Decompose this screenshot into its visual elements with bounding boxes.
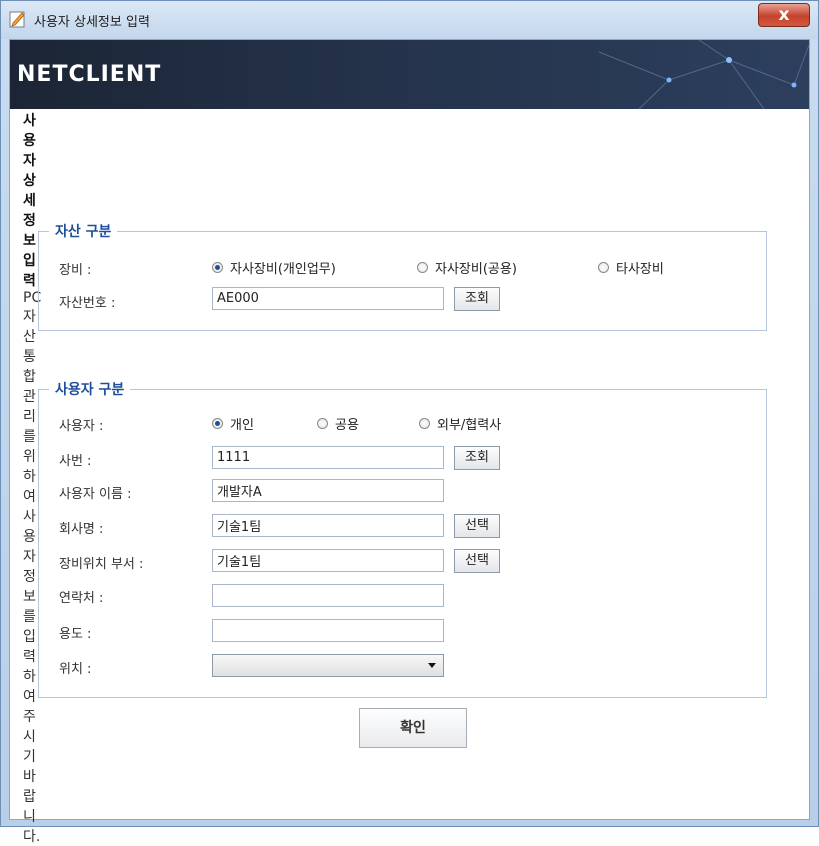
- brand-banner: NETCLIENT: [10, 40, 809, 109]
- title-bar[interactable]: 사용자 상세정보 입력 x: [1, 1, 818, 39]
- netclient-logo: NETCLIENT: [17, 62, 162, 87]
- asset-no-label: 자산번호 :: [59, 296, 116, 311]
- location-label: 위치 :: [59, 662, 92, 677]
- user-group: 사용자 구분 사용자 : 개인 공용 외부/협력사 사번 : 조회 사용자 이름…: [38, 379, 767, 698]
- radio-label: 타사장비: [616, 262, 664, 277]
- dept-input[interactable]: [212, 549, 444, 572]
- radio-label: 개인: [230, 418, 254, 433]
- radio-selected-icon: [212, 418, 223, 429]
- user-type-label: 사용자 :: [59, 419, 104, 434]
- purpose-input[interactable]: [212, 619, 444, 642]
- asset-group: 자산 구분 장비 : 자사장비(개인업무) 자사장비(공용) 타사장비 자산번호…: [38, 221, 767, 331]
- radio-own-shared[interactable]: 자사장비(공용): [417, 258, 517, 277]
- emp-no-input[interactable]: [212, 446, 444, 469]
- company-input[interactable]: [212, 514, 444, 537]
- pencil-icon: [9, 11, 25, 28]
- confirm-button[interactable]: 확인: [359, 708, 467, 748]
- radio-external[interactable]: 외부/협력사: [419, 414, 501, 433]
- location-select[interactable]: [212, 654, 444, 677]
- radio-selected-icon: [212, 262, 223, 273]
- window-title: 사용자 상세정보 입력: [34, 15, 150, 30]
- company-label: 회사명 :: [59, 522, 104, 537]
- close-icon: x: [778, 5, 790, 25]
- page-title: 사용자 상세정보 입력: [23, 113, 36, 289]
- asset-group-title: 자산 구분: [49, 221, 118, 241]
- radio-unselected-icon: [317, 418, 328, 429]
- emp-lookup-button[interactable]: 조회: [454, 446, 500, 470]
- company-select-button[interactable]: 선택: [454, 514, 500, 538]
- contact-input[interactable]: [212, 584, 444, 607]
- radio-shared[interactable]: 공용: [317, 414, 359, 433]
- radio-label: 공용: [335, 418, 359, 433]
- purpose-label: 용도 :: [59, 627, 92, 642]
- user-group-title: 사용자 구분: [49, 379, 131, 399]
- chevron-down-icon: [428, 663, 436, 668]
- radio-personal[interactable]: 개인: [212, 414, 254, 433]
- asset-no-input[interactable]: [212, 287, 444, 310]
- emp-no-label: 사번 :: [59, 454, 92, 469]
- dept-label: 장비위치 부서 :: [59, 557, 144, 572]
- radio-unselected-icon: [598, 262, 609, 273]
- dialog-window: 사용자 상세정보 입력 x NETCLIENT 사용자 상세정보 입력PC자산 …: [0, 0, 819, 845]
- close-button[interactable]: x: [758, 3, 810, 27]
- radio-label: 자사장비(개인업무): [230, 262, 336, 277]
- user-name-label: 사용자 이름 :: [59, 487, 132, 502]
- radio-other-company[interactable]: 타사장비: [598, 258, 664, 277]
- radio-own-personal[interactable]: 자사장비(개인업무): [212, 258, 336, 277]
- network-decoration-icon: [598, 40, 809, 109]
- dept-select-button[interactable]: 선택: [454, 549, 500, 573]
- radio-label: 외부/협력사: [437, 418, 502, 433]
- radio-label: 자사장비(공용): [435, 262, 517, 277]
- radio-unselected-icon: [417, 262, 428, 273]
- asset-lookup-button[interactable]: 조회: [454, 287, 500, 311]
- user-name-input[interactable]: [212, 479, 444, 502]
- equipment-label: 장비 :: [59, 263, 92, 278]
- contact-label: 연락처 :: [59, 591, 104, 606]
- radio-unselected-icon: [419, 418, 430, 429]
